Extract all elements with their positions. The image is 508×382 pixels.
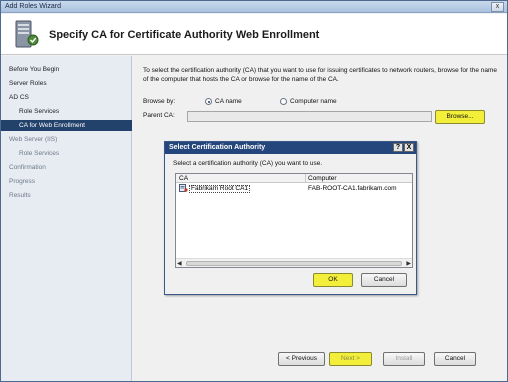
nav-item-results: Results [9,192,31,199]
parent-ca-label: Parent CA: [143,112,175,119]
select-ca-dialog: Select Certification Authority ? X Selec… [164,141,417,295]
computer-name-radio-label[interactable]: Computer name [290,98,337,105]
wizard-nav: Before You Begin Server Roles AD CS Role… [1,56,132,381]
dialog-help-button[interactable]: ? [393,143,403,152]
cancel-button[interactable]: Cancel [434,352,476,366]
ca-name-radio-label[interactable]: CA name [215,98,242,105]
nav-item-role-services[interactable]: Role Services [1,106,132,117]
window-title: Add Roles Wizard [5,3,62,10]
page-title: Specify CA for Certificate Authority Web… [49,29,320,41]
scroll-right-icon[interactable]: ▶ [406,260,411,267]
dialog-titlebar: Select Certification Authority ? X [165,142,416,154]
nav-item-server-roles[interactable]: Server Roles [1,78,132,89]
column-header-ca[interactable]: CA [179,175,188,182]
nav-item-web-server-iis: Web Server (IIS) [9,136,58,143]
dialog-cancel-button[interactable]: Cancel [361,273,407,287]
instructions-text: To select the certification authority (C… [143,67,498,83]
next-button: Next > [329,352,372,366]
nav-item-before-you-begin[interactable]: Before You Begin [1,64,132,75]
scrollbar-thumb[interactable] [186,261,402,266]
ca-list: CA Computer Fabrikam Root CA1 FAB-ROOT-C… [175,173,413,268]
dialog-prompt: Select a certification authority (CA) yo… [173,160,323,167]
list-item[interactable]: Fabrikam Root CA1 FAB-ROOT-CA1.fabrikam.… [178,184,410,193]
install-button: Install [383,352,425,366]
ca-list-header: CA Computer [176,174,412,183]
dialog-ok-button[interactable]: OK [313,273,353,287]
wizard-header: Specify CA for Certificate Authority Web… [1,14,507,55]
dialog-title: Select Certification Authority [169,144,266,151]
nav-item-web-server-role-services: Role Services [19,150,60,157]
computer-name-radio[interactable] [280,98,287,105]
nav-item-ad-cs[interactable]: AD CS [1,92,132,103]
browse-by-label: Browse by: [143,98,176,105]
server-roles-icon [15,20,39,48]
computer-name-cell: FAB-ROOT-CA1.fabrikam.com [308,185,397,192]
parent-ca-field [187,111,432,122]
certificate-authority-icon [179,184,188,192]
nav-item-confirmation: Confirmation [9,164,46,171]
window-close-button[interactable]: x [491,2,504,12]
ca-name-radio[interactable] [205,98,212,105]
previous-button[interactable]: < Previous [278,352,325,366]
dialog-close-button[interactable]: X [404,143,414,152]
nav-item-ca-for-web-enrollment[interactable]: CA for Web Enrollment [1,120,132,131]
nav-item-progress: Progress [9,178,36,185]
ca-name-cell: Fabrikam Root CA1 [189,185,251,193]
column-divider[interactable] [305,174,306,183]
window-titlebar: Add Roles Wizard x [1,1,507,13]
column-header-computer[interactable]: Computer [308,175,337,182]
add-roles-wizard-window: Add Roles Wizard x Specify CA for Certif… [0,0,508,382]
scroll-left-icon[interactable]: ◀ [177,260,182,267]
browse-button[interactable]: Browse... [435,110,485,124]
horizontal-scrollbar[interactable]: ◀ ▶ [176,258,412,267]
